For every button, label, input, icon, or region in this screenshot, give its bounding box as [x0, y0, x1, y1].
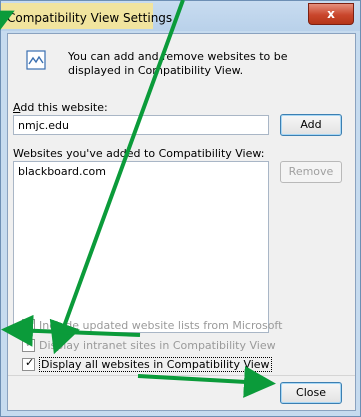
- arrow-to-checkbox-left: [1, 314, 141, 347]
- arrow-to-close-button: [137, 365, 276, 398]
- annotation-arrows: [0, 0, 276, 398]
- arrow-to-title: [0, 10, 15, 40]
- arrow-to-checkbox-diagonal: [49, 0, 185, 355]
